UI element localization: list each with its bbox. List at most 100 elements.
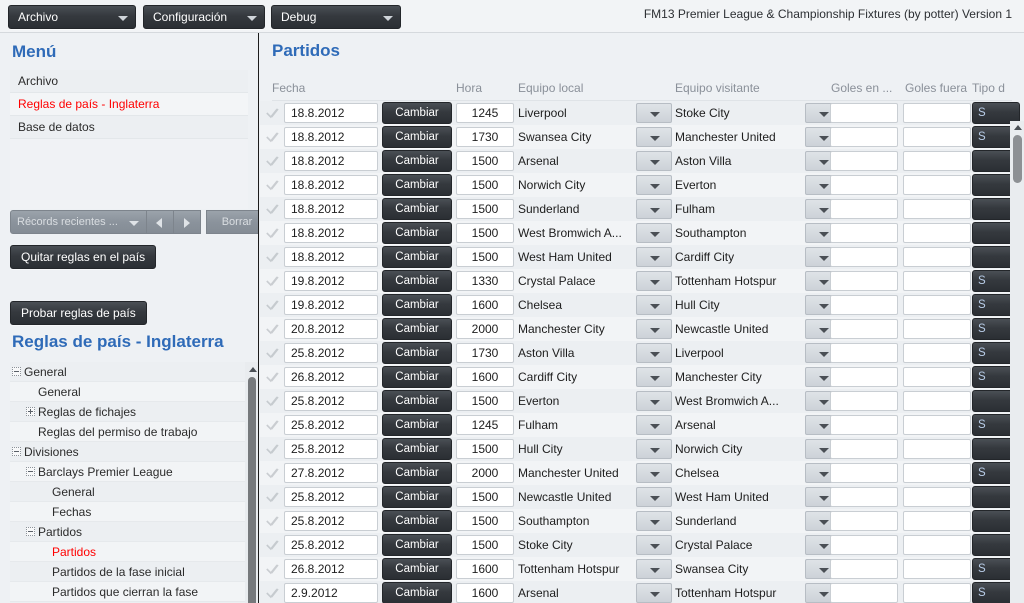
time-input[interactable]: 1730 [456, 127, 514, 147]
away-goals-input[interactable] [903, 415, 971, 435]
time-input[interactable]: 1500 [456, 175, 514, 195]
tree-node[interactable]: Divisiones [10, 442, 245, 462]
time-input[interactable]: 1500 [456, 391, 514, 411]
time-input[interactable]: 1600 [456, 559, 514, 579]
date-input[interactable]: 26.8.2012 [284, 367, 378, 387]
change-date-button[interactable]: Cambiar [382, 462, 452, 484]
tree-collapse-icon[interactable] [26, 527, 35, 536]
home-team-dropdown[interactable] [636, 343, 672, 363]
change-date-button[interactable]: Cambiar [382, 342, 452, 364]
home-team-dropdown[interactable] [636, 463, 672, 483]
time-input[interactable]: 1730 [456, 343, 514, 363]
home-team-dropdown[interactable] [636, 175, 672, 195]
date-input[interactable]: 18.8.2012 [284, 199, 378, 219]
date-input[interactable]: 19.8.2012 [284, 271, 378, 291]
time-input[interactable]: 1500 [456, 151, 514, 171]
time-input[interactable]: 1500 [456, 487, 514, 507]
date-input[interactable]: 18.8.2012 [284, 151, 378, 171]
change-date-button[interactable]: Cambiar [382, 174, 452, 196]
home-team-dropdown[interactable] [636, 199, 672, 219]
column-header-tipo[interactable]: Tipo d [972, 81, 1005, 95]
home-goals-input[interactable] [830, 439, 898, 459]
row-check-icon[interactable] [266, 226, 282, 240]
date-input[interactable]: 2.9.2012 [284, 583, 378, 603]
away-goals-input[interactable] [903, 223, 971, 243]
row-check-icon[interactable] [266, 154, 282, 168]
home-team-dropdown[interactable] [636, 151, 672, 171]
table-row[interactable]: 25.8.2012 Cambiar 1730 Aston Villa Liverpool… [260, 341, 1020, 365]
change-date-button[interactable]: Cambiar [382, 582, 452, 603]
tree-node[interactable]: General [10, 362, 245, 382]
row-check-icon[interactable] [266, 490, 282, 504]
home-goals-input[interactable] [830, 487, 898, 507]
tree-scrollbar[interactable] [245, 362, 258, 603]
away-goals-input[interactable] [903, 175, 971, 195]
home-goals-input[interactable] [830, 103, 898, 123]
away-goals-input[interactable] [903, 583, 971, 603]
change-date-button[interactable]: Cambiar [382, 534, 452, 556]
home-goals-input[interactable] [830, 535, 898, 555]
home-goals-input[interactable] [830, 583, 898, 603]
time-input[interactable]: 2000 [456, 463, 514, 483]
date-input[interactable]: 18.8.2012 [284, 175, 378, 195]
change-date-button[interactable]: Cambiar [382, 414, 452, 436]
date-input[interactable]: 18.8.2012 [284, 127, 378, 147]
table-row[interactable]: 27.8.2012 Cambiar 2000 Manchester United Che… [260, 461, 1020, 485]
away-goals-input[interactable] [903, 487, 971, 507]
change-date-button[interactable]: Cambiar [382, 126, 452, 148]
column-header-equipo_visitante[interactable]: Equipo visitante [675, 81, 760, 95]
menu-item-2[interactable]: Reglas de país - Inglaterra [10, 93, 248, 116]
menu-item-3[interactable]: Base de datos [10, 116, 248, 139]
tree-node[interactable]: Partidos [10, 542, 245, 562]
date-input[interactable]: 25.8.2012 [284, 487, 378, 507]
home-goals-input[interactable] [830, 367, 898, 387]
away-goals-input[interactable] [903, 367, 971, 387]
table-row[interactable]: 18.8.2012 Cambiar 1500 Arsenal Aston Villa [260, 149, 1020, 173]
time-input[interactable]: 1500 [456, 223, 514, 243]
tree-node[interactable]: General [10, 382, 245, 402]
away-goals-input[interactable] [903, 103, 971, 123]
row-check-icon[interactable] [266, 466, 282, 480]
home-goals-input[interactable] [830, 559, 898, 579]
home-team-dropdown[interactable] [636, 535, 672, 555]
grid-scrollbar[interactable] [1010, 121, 1024, 603]
home-goals-input[interactable] [830, 511, 898, 531]
date-input[interactable]: 25.8.2012 [284, 343, 378, 363]
home-goals-input[interactable] [830, 247, 898, 267]
away-goals-input[interactable] [903, 439, 971, 459]
home-goals-input[interactable] [830, 343, 898, 363]
home-team-dropdown[interactable] [636, 415, 672, 435]
table-row[interactable]: 25.8.2012 Cambiar 1500 Everton West Bromwich… [260, 389, 1020, 413]
table-row[interactable]: 18.8.2012 Cambiar 1500 Sunderland Fulham [260, 197, 1020, 221]
away-goals-input[interactable] [903, 463, 971, 483]
tree-node[interactable]: Partidos de la fase inicial [10, 562, 245, 582]
row-check-icon[interactable] [266, 346, 282, 360]
home-goals-input[interactable] [830, 271, 898, 291]
time-input[interactable]: 1245 [456, 415, 514, 435]
home-goals-input[interactable] [830, 319, 898, 339]
home-goals-input[interactable] [830, 295, 898, 315]
row-check-icon[interactable] [266, 250, 282, 264]
tree-node[interactable]: General [10, 482, 245, 502]
change-date-button[interactable]: Cambiar [382, 318, 452, 340]
date-input[interactable]: 18.8.2012 [284, 103, 378, 123]
home-team-dropdown[interactable] [636, 271, 672, 291]
home-team-dropdown[interactable] [636, 295, 672, 315]
home-team-dropdown[interactable] [636, 247, 672, 267]
table-row[interactable]: 18.8.2012 Cambiar 1500 West Bromwich A... So… [260, 221, 1020, 245]
row-check-icon[interactable] [266, 178, 282, 192]
home-team-dropdown[interactable] [636, 103, 672, 123]
row-check-icon[interactable] [266, 130, 282, 144]
tree-expand-icon[interactable] [26, 407, 35, 416]
away-goals-input[interactable] [903, 127, 971, 147]
change-date-button[interactable]: Cambiar [382, 150, 452, 172]
away-goals-input[interactable] [903, 343, 971, 363]
time-input[interactable]: 2000 [456, 319, 514, 339]
recent-records-select[interactable]: Récords recientes ... [10, 210, 147, 234]
date-input[interactable]: 25.8.2012 [284, 511, 378, 531]
table-row[interactable]: 25.8.2012 Cambiar 1500 Hull City Norwich Cit… [260, 437, 1020, 461]
table-row[interactable]: 18.8.2012 Cambiar 1500 West Ham United Cardi… [260, 245, 1020, 269]
tree-collapse-icon[interactable] [12, 447, 21, 456]
table-row[interactable]: 18.8.2012 Cambiar 1730 Swansea City Manchest… [260, 125, 1020, 149]
home-team-dropdown[interactable] [636, 511, 672, 531]
